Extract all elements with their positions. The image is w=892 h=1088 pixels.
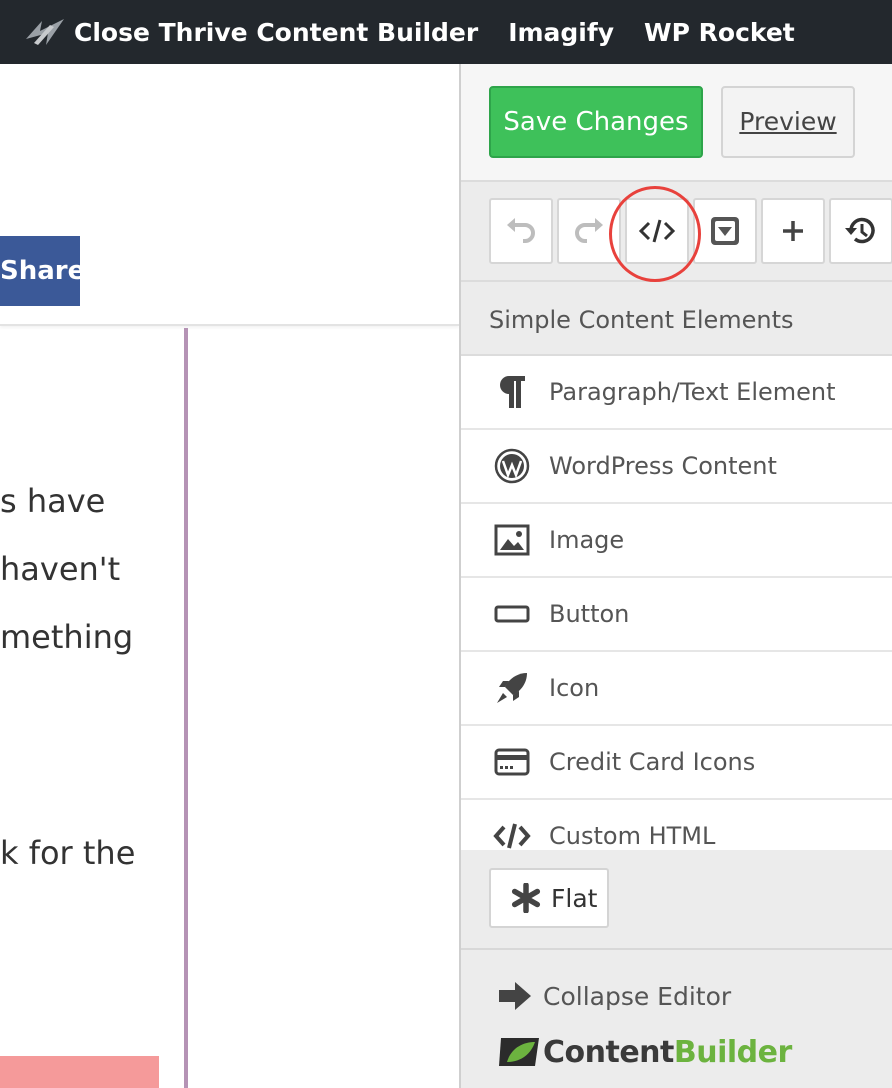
undo-icon	[507, 218, 535, 243]
element-list: Paragraph/Text Element WordPress Content	[461, 356, 892, 850]
redo-button[interactable]	[557, 198, 621, 264]
plus-icon	[783, 221, 803, 241]
paragraph-icon	[493, 373, 531, 411]
body-text-line: k for the	[0, 834, 136, 872]
element-label: Icon	[549, 674, 600, 702]
undo-button[interactable]	[489, 198, 553, 264]
element-custom-html[interactable]: Custom HTML	[461, 800, 892, 850]
redo-icon	[575, 218, 603, 243]
html-code-button[interactable]	[625, 198, 689, 264]
close-thrive-link[interactable]: Close Thrive Content Builder	[74, 18, 478, 47]
dropdown-button[interactable]	[693, 198, 757, 264]
revision-history-button[interactable]	[829, 198, 892, 264]
add-button[interactable]	[761, 198, 825, 264]
button-icon	[493, 595, 531, 633]
arrow-right-icon	[499, 982, 531, 1010]
page-header: Share	[0, 64, 459, 326]
leaf-screen-icon	[499, 1038, 539, 1066]
element-image[interactable]: Image	[461, 504, 892, 578]
rocket-icon	[493, 669, 531, 707]
content-block	[0, 1056, 162, 1088]
editor-sidebar: Save Changes Preview Simple Content Elem…	[459, 64, 892, 1088]
element-button[interactable]: Button	[461, 578, 892, 652]
element-label: Custom HTML	[549, 822, 716, 850]
image-icon	[493, 521, 531, 559]
element-icon[interactable]: Icon	[461, 652, 892, 726]
content-builder-logo: Content Builder	[497, 1030, 792, 1074]
collapse-label: Collapse Editor	[543, 981, 732, 1011]
editor-toolbar	[461, 184, 892, 282]
element-label: Paragraph/Text Element	[549, 378, 836, 406]
body-text-line: haven't	[0, 550, 121, 588]
imagify-link[interactable]: Imagify	[508, 18, 614, 47]
brand-word-content: Content	[543, 1034, 674, 1070]
preview-button[interactable]: Preview	[721, 86, 855, 158]
thrive-logo-icon[interactable]	[24, 0, 70, 64]
wp-rocket-link[interactable]: WP Rocket	[644, 18, 795, 47]
flat-style-button[interactable]: Flat	[489, 868, 609, 928]
element-wordpress-content[interactable]: WordPress Content	[461, 430, 892, 504]
save-changes-button[interactable]: Save Changes	[489, 86, 703, 158]
style-area: Flat	[461, 850, 892, 950]
collapse-editor-button[interactable]: Collapse Editor	[497, 976, 731, 1016]
dropdown-box-icon	[711, 217, 739, 245]
asterisk-icon	[511, 883, 541, 913]
element-label: Image	[549, 526, 625, 554]
editor-actions: Save Changes Preview	[461, 64, 892, 182]
flat-label: Flat	[551, 883, 598, 913]
element-label: Credit Card Icons	[549, 748, 756, 776]
code-icon	[638, 219, 676, 243]
credit-card-icon	[493, 743, 531, 781]
body-text-line: mething	[0, 618, 134, 656]
share-button[interactable]: Share	[0, 236, 85, 306]
element-label: WordPress Content	[549, 452, 777, 480]
section-title: Simple Content Elements	[461, 282, 892, 356]
brand-word-builder: Builder	[673, 1034, 792, 1070]
wordpress-icon	[493, 447, 531, 485]
element-credit-card-icons[interactable]: Credit Card Icons	[461, 726, 892, 800]
element-label: Button	[549, 600, 630, 628]
column-divider	[184, 328, 188, 1088]
code-icon	[493, 817, 531, 850]
page-preview: Share s have haven't mething k for the	[0, 64, 459, 1088]
history-icon	[845, 217, 875, 244]
element-paragraph[interactable]: Paragraph/Text Element	[461, 356, 892, 430]
body-text-line: s have	[0, 482, 106, 520]
admin-bar: Close Thrive Content Builder Imagify WP …	[0, 0, 892, 64]
